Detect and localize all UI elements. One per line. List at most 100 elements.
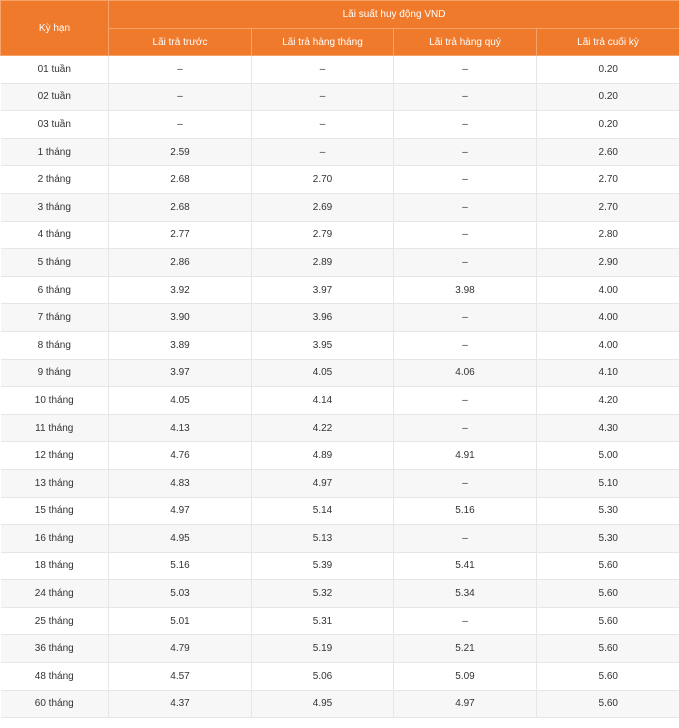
prepaid-rate-cell: – [108, 55, 252, 84]
table-row: 15 tháng 4.97 5.14 5.16 5.30 [0, 497, 679, 526]
maturity-rate-cell: 0.20 [536, 55, 679, 84]
term-cell: 03 tuần [0, 110, 109, 139]
prepaid-rate-cell: 5.03 [108, 579, 252, 608]
maturity-rate-cell: 2.60 [536, 138, 679, 167]
quarterly-rate-cell: 5.16 [393, 497, 537, 526]
quarterly-rate-cell: – [393, 607, 537, 636]
term-cell: 9 tháng [0, 359, 109, 388]
quarterly-rate-cell: 5.21 [393, 634, 537, 664]
quarterly-rate-cell: – [393, 55, 537, 84]
term-cell: 7 tháng [0, 303, 109, 332]
term-cell: 4 tháng [0, 221, 109, 250]
prepaid-rate-cell: 3.89 [108, 331, 252, 360]
prepaid-rate-cell: 4.57 [108, 662, 252, 691]
table-row: 1 tháng 2.59– –2.60 [0, 138, 679, 167]
term-cell: 5 tháng [0, 248, 109, 277]
term-cell: 11 tháng [0, 414, 109, 443]
maturity-rate-cell: 0.20 [536, 110, 679, 139]
maturity-rate-cell: 2.90 [536, 248, 679, 277]
quarterly-rate-cell: – [393, 165, 537, 194]
column-header-prepaid: Lãi trả trước [108, 28, 252, 56]
term-cell: 6 tháng [0, 276, 109, 305]
table-row: 03 tuần – – –0.20 [0, 110, 679, 139]
monthly-rate-cell: – [251, 110, 394, 139]
term-cell: 3 tháng [0, 193, 109, 222]
prepaid-rate-cell: – [108, 83, 252, 112]
maturity-rate-cell: 4.30 [536, 414, 679, 443]
table-row: 5 tháng 2.86 2.89–2.90 [0, 248, 679, 277]
quarterly-rate-cell: 4.91 [393, 441, 537, 470]
term-cell: 60 tháng [0, 690, 109, 719]
monthly-rate-cell: 4.95 [251, 690, 394, 719]
maturity-rate-cell: 4.10 [536, 359, 679, 388]
prepaid-rate-cell: 2.68 [108, 165, 252, 194]
prepaid-rate-cell: 3.97 [108, 359, 252, 388]
maturity-rate-cell: 5.60 [536, 634, 679, 664]
maturity-rate-cell: 5.00 [536, 441, 679, 470]
monthly-rate-cell: – [251, 138, 394, 167]
term-cell: 12 tháng [0, 441, 109, 470]
maturity-rate-cell: 5.60 [536, 662, 679, 691]
quarterly-rate-cell: 4.97 [393, 690, 537, 719]
monthly-rate-cell: 5.19 [251, 634, 394, 664]
maturity-rate-cell: 5.60 [536, 690, 679, 719]
quarterly-rate-cell: – [393, 303, 537, 332]
term-cell: 15 tháng [0, 497, 109, 526]
table-row: 36 tháng 4.79 5.19 5.21 5.60 [0, 634, 679, 664]
quarterly-rate-cell: – [393, 248, 537, 277]
maturity-rate-cell: 0.20 [536, 83, 679, 112]
monthly-rate-cell: – [251, 83, 394, 112]
monthly-rate-cell: 3.97 [251, 276, 394, 305]
maturity-rate-cell: 4.00 [536, 276, 679, 305]
term-column-header: Kỳ hạn [0, 0, 109, 56]
maturity-rate-cell: 5.30 [536, 524, 679, 553]
table-row: 8 tháng 3.89 3.95–4.00 [0, 331, 679, 360]
prepaid-rate-cell: 4.83 [108, 469, 252, 498]
prepaid-rate-cell: – [108, 110, 252, 139]
table-row: 2 tháng 2.68 2.70–2.70 [0, 165, 679, 194]
prepaid-rate-cell: 3.90 [108, 303, 252, 332]
monthly-rate-cell: 5.32 [251, 579, 394, 608]
quarterly-rate-cell: – [393, 524, 537, 553]
table-row: 48 tháng 4.57 5.06 5.09 5.60 [0, 662, 679, 691]
monthly-rate-cell: 4.14 [251, 386, 394, 415]
maturity-rate-cell: 5.30 [536, 497, 679, 526]
term-cell: 36 tháng [0, 634, 109, 664]
monthly-rate-cell: 3.95 [251, 331, 394, 360]
prepaid-rate-cell: 5.16 [108, 552, 252, 581]
term-cell: 18 tháng [0, 552, 109, 581]
interest-rate-table: Kỳ hạn Lãi suất huy động VND Lãi trả trư… [0, 0, 679, 719]
prepaid-rate-cell: 4.97 [108, 497, 252, 526]
term-cell: 2 tháng [0, 165, 109, 194]
maturity-rate-cell: 5.10 [536, 469, 679, 498]
prepaid-rate-cell: 4.76 [108, 441, 252, 470]
column-header-maturity: Lãi trả cuối kỳ [535, 28, 679, 56]
monthly-rate-cell: 3.96 [251, 303, 394, 332]
term-cell: 13 tháng [0, 469, 109, 498]
maturity-rate-cell: 5.60 [536, 552, 679, 581]
maturity-rate-cell: 5.60 [536, 579, 679, 608]
column-header-quarterly: Lãi trả hàng quý [393, 28, 537, 56]
quarterly-rate-cell: – [393, 110, 537, 139]
monthly-rate-cell: 2.89 [251, 248, 394, 277]
prepaid-rate-cell: 4.79 [108, 634, 252, 664]
monthly-rate-cell: 5.31 [251, 607, 394, 636]
term-cell: 1 tháng [0, 138, 109, 167]
table-row: 3 tháng 2.68 2.69–2.70 [0, 193, 679, 222]
maturity-rate-cell: 4.00 [536, 331, 679, 360]
term-cell: 8 tháng [0, 331, 109, 360]
quarterly-rate-cell: 5.41 [393, 552, 537, 581]
quarterly-rate-cell: – [393, 414, 537, 443]
term-cell: 01 tuần [0, 55, 109, 84]
maturity-rate-cell: 2.70 [536, 165, 679, 194]
term-cell: 24 tháng [0, 579, 109, 608]
table-body: 01 tuần – – –0.20 02 tuần – – –0.20 03 tuần – – –0.… [0, 55, 679, 719]
table-row: 9 tháng 3.97 4.05 4.06 4.10 [0, 359, 679, 388]
maturity-rate-cell: 4.20 [536, 386, 679, 415]
monthly-rate-cell: 4.97 [251, 469, 394, 498]
quarterly-rate-cell: 3.98 [393, 276, 537, 305]
monthly-rate-cell: 2.69 [251, 193, 394, 222]
table-row: 24 tháng 5.03 5.32 5.34 5.60 [0, 579, 679, 608]
quarterly-rate-cell: – [393, 193, 537, 222]
monthly-rate-cell: 5.39 [251, 552, 394, 581]
